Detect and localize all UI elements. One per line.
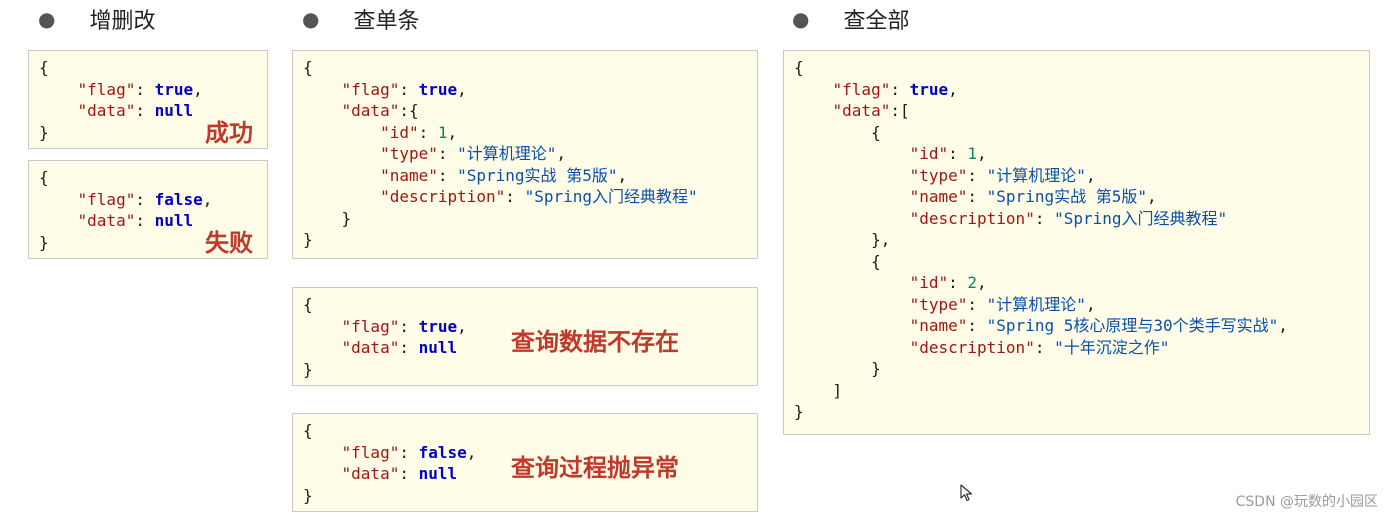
code-line: { [39,58,49,77]
code-line: { [794,251,881,271]
code-line: "data": null [77,211,194,230]
code-line: { [794,122,881,142]
code-line: "id": 1, [909,144,987,163]
code-line: "flag": true, [341,79,467,99]
code-line: "description": "Spring入门经典教程" [380,187,698,206]
heading-crud: ● 增删改 [38,4,155,34]
code-line: "type": "计算机理论", [909,165,1096,185]
bullet-icon: ● [38,7,56,31]
single-error-box: { "flag": false, "data": null} 查询过程抛异常 [292,413,758,512]
crud-success-box: { "flag": true, "data": null} 成功 [28,50,268,149]
code-line: "flag": true, [341,316,467,336]
crud-fail-note: 失败 [205,229,253,257]
code-line: "type": "计算机理论", [909,294,1096,314]
code-line: "id": 1, [380,122,458,142]
bullet-icon: ● [792,7,810,31]
code-line: "data":{ [341,101,419,120]
single-error-note: 查询过程抛异常 [511,454,679,482]
all-ok-box: { "flag": true, "data":[ { "id": 1, "typ… [783,50,1370,435]
code-line: } [303,359,313,379]
single-ok-code: { "flag": true, "data":{ "id": 1, "type"… [303,57,698,251]
code-line: "name": "Spring实战 第5版", [380,165,628,185]
heading-crud-label: 增删改 [89,9,156,34]
code-line: { [303,295,313,314]
code-line: { [794,58,804,77]
code-line: "description": "十年沉淀之作" [909,337,1170,357]
code-line: } [39,232,49,252]
heading-single: ● 查单条 [302,4,419,34]
code-line: }, [794,230,891,249]
code-line: } [303,485,313,505]
heading-all: ● 查全部 [792,4,909,34]
crud-fail-box: { "flag": false, "data": null} 失败 [28,160,268,259]
code-line: "flag": false, [77,189,213,209]
code-line: "flag": true, [77,79,203,99]
code-line: "data": null [341,338,458,357]
single-notfound-code: { "flag": true, "data": null} [303,294,467,380]
watermark: CSDN @玩数的小园区 [1235,494,1378,510]
bullet-icon: ● [302,7,320,31]
code-line: } [303,230,313,249]
code-line: "id": 2, [909,273,987,292]
code-line: "type": "计算机理论", [380,144,567,163]
heading-single-label: 查单条 [353,9,420,34]
code-line: "description": "Spring入门经典教程" [909,208,1228,228]
code-line: { [303,421,313,440]
code-line: "data": null [341,464,458,483]
heading-all-label: 查全部 [843,9,910,34]
code-line: { [303,58,313,77]
code-line: } [39,122,49,142]
crud-success-code: { "flag": true, "data": null} [39,57,203,143]
single-notfound-box: { "flag": true, "data": null} 查询数据不存在 [292,287,758,386]
single-error-code: { "flag": false, "data": null} [303,420,476,506]
code-line: "data": null [77,101,194,120]
code-line: { [39,168,49,187]
crud-fail-code: { "flag": false, "data": null} [39,167,212,253]
code-line: } [794,402,804,421]
single-notfound-note: 查询数据不存在 [511,328,679,356]
code-line: "name": "Spring 5核心原理与30个类手写实战", [909,316,1288,335]
code-line: "flag": true, [832,79,958,99]
code-line: "data":[ [832,101,910,120]
single-ok-box: { "flag": true, "data":{ "id": 1, "type"… [292,50,758,259]
mouse-cursor-icon [960,484,973,502]
code-line: "name": "Spring实战 第5版", [909,187,1157,206]
code-line: } [794,359,881,378]
code-line: "flag": false, [341,442,477,462]
code-line: ] [794,380,843,400]
crud-success-note: 成功 [205,119,253,147]
code-line: } [303,208,352,228]
all-ok-code: { "flag": true, "data":[ { "id": 1, "typ… [794,57,1288,423]
